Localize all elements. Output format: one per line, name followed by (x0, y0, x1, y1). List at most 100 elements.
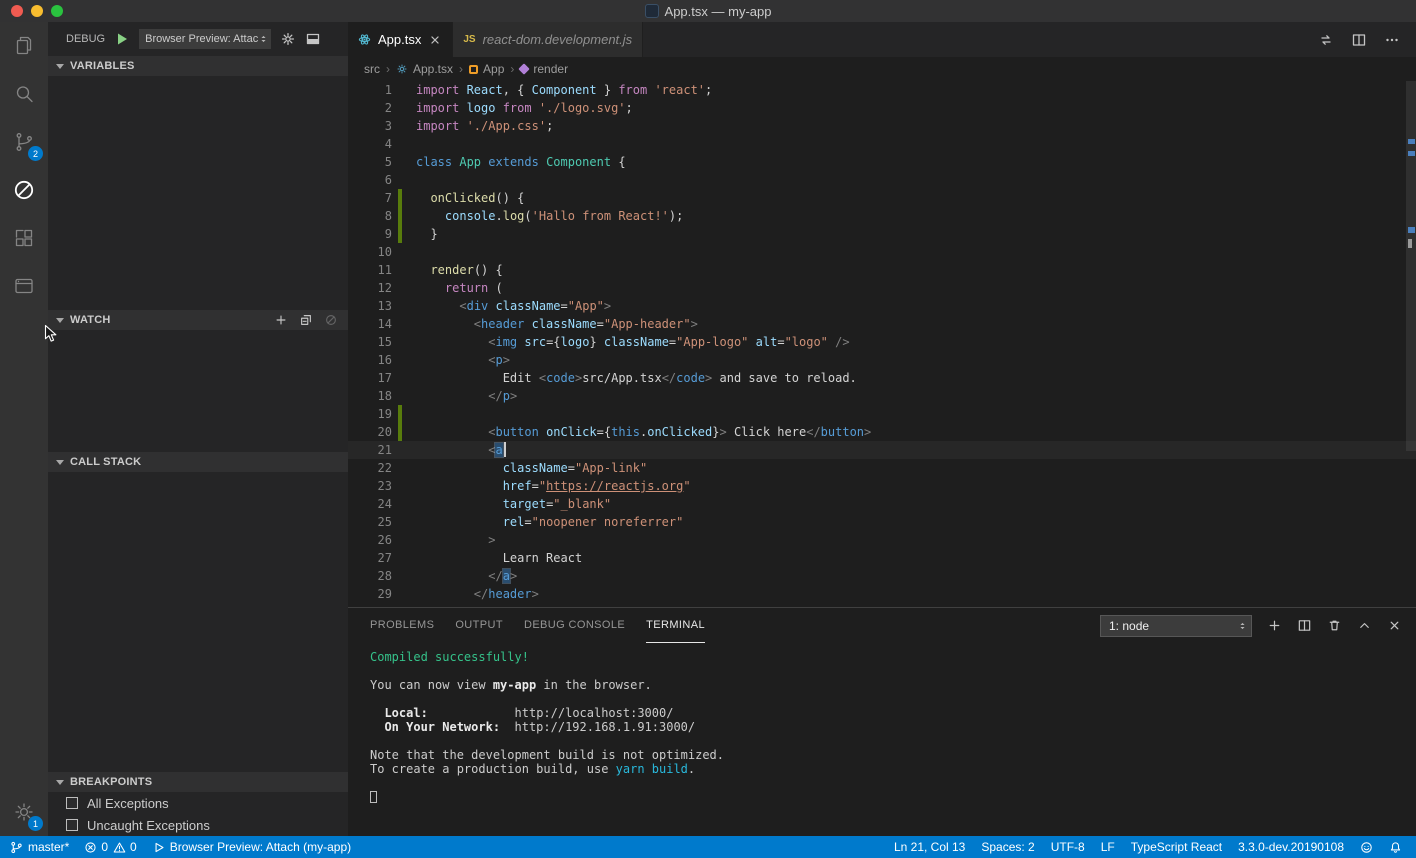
more-actions-icon[interactable] (1384, 32, 1400, 48)
watch-section-header[interactable]: WATCH (48, 310, 348, 330)
line-number[interactable]: 24 (348, 495, 392, 513)
line-number[interactable]: 6 (348, 171, 392, 189)
line-number[interactable]: 16 (348, 351, 392, 369)
code-line[interactable]: 18 </p> (348, 387, 1416, 405)
breakpoints-section-header[interactable]: BREAKPOINTS (48, 772, 348, 792)
close-panel-icon[interactable] (1387, 618, 1402, 633)
line-number[interactable]: 18 (348, 387, 392, 405)
indentation-status[interactable]: Spaces: 2 (981, 840, 1034, 854)
problems-status[interactable]: 0 0 (84, 840, 136, 854)
code-line[interactable]: 15 <img src={logo} className="App-logo" … (348, 333, 1416, 351)
code-line[interactable]: 5class App extends Component { (348, 153, 1416, 171)
code-line[interactable]: 1import React, { Component } from 'react… (348, 81, 1416, 99)
encoding-status[interactable]: UTF-8 (1051, 840, 1085, 854)
code-line[interactable]: 2import logo from './logo.svg'; (348, 99, 1416, 117)
code-line[interactable]: 10 (348, 243, 1416, 261)
tab-app-tsx[interactable]: App.tsx (348, 22, 453, 57)
line-number[interactable]: 9 (348, 225, 392, 243)
code-line[interactable]: 9 } (348, 225, 1416, 243)
code-line[interactable]: 21 <a (348, 441, 1416, 459)
configure-gear-icon[interactable] (280, 31, 296, 47)
breadcrumb-src[interactable]: src (364, 62, 380, 76)
search-icon[interactable] (0, 70, 48, 118)
feedback-smiley-icon[interactable] (1360, 841, 1373, 854)
code-line[interactable]: 25 rel="noopener noreferrer" (348, 513, 1416, 531)
code-line[interactable]: 23 href="https://reactjs.org" (348, 477, 1416, 495)
eol-status[interactable]: LF (1101, 840, 1115, 854)
line-number[interactable]: 4 (348, 135, 392, 153)
extensions-icon[interactable] (0, 214, 48, 262)
line-number[interactable]: 8 (348, 207, 392, 225)
all-exceptions-checkbox[interactable] (66, 797, 78, 809)
code-line[interactable]: 19 (348, 405, 1416, 423)
browser-preview-icon[interactable] (0, 262, 48, 310)
line-number[interactable]: 10 (348, 243, 392, 261)
breadcrumb-app-tsx[interactable]: App.tsx (396, 62, 453, 76)
remove-all-watch-icon[interactable] (324, 313, 338, 327)
terminal-instance-select[interactable]: 1: node (1100, 615, 1252, 637)
breakpoint-all-exceptions[interactable]: All Exceptions (48, 792, 348, 814)
line-number[interactable]: 13 (348, 297, 392, 315)
line-number[interactable]: 12 (348, 279, 392, 297)
code-line[interactable]: 12 return ( (348, 279, 1416, 297)
start-debug-button[interactable] (114, 31, 130, 47)
kill-terminal-icon[interactable] (1327, 618, 1342, 633)
code-line[interactable]: 29 </header> (348, 585, 1416, 603)
breadcrumb-app-class[interactable]: App (469, 62, 504, 76)
line-number[interactable]: 26 (348, 531, 392, 549)
code-line[interactable]: 26 > (348, 531, 1416, 549)
line-number[interactable]: 29 (348, 585, 392, 603)
code-line[interactable]: 22 className="App-link" (348, 459, 1416, 477)
variables-section-header[interactable]: VARIABLES (48, 56, 348, 76)
settings-gear-icon[interactable]: 1 (0, 788, 48, 836)
collapse-all-icon[interactable] (299, 313, 313, 327)
toggle-debug-console-icon[interactable] (305, 31, 321, 47)
line-number[interactable]: 28 (348, 567, 392, 585)
line-number[interactable]: 1 (348, 81, 392, 99)
notifications-bell-icon[interactable] (1389, 841, 1402, 854)
code-line[interactable]: 4 (348, 135, 1416, 153)
line-number[interactable]: 15 (348, 333, 392, 351)
code-line[interactable]: 7 onClicked() { (348, 189, 1416, 207)
line-number[interactable]: 14 (348, 315, 392, 333)
close-tab-icon[interactable] (428, 33, 442, 47)
code-line[interactable]: 24 target="_blank" (348, 495, 1416, 513)
code-line[interactable]: 14 <header className="App-header"> (348, 315, 1416, 333)
scrollbar-thumb[interactable] (1406, 81, 1416, 451)
code-line[interactable]: 16 <p> (348, 351, 1416, 369)
line-number[interactable]: 23 (348, 477, 392, 495)
code-line[interactable]: 3import './App.css'; (348, 117, 1416, 135)
line-number[interactable]: 22 (348, 459, 392, 477)
breadcrumb-render-method[interactable]: render (520, 62, 568, 76)
breakpoint-uncaught-exceptions[interactable]: Uncaught Exceptions (48, 814, 348, 836)
fullscreen-window-button[interactable] (51, 5, 63, 17)
sync-changes-icon[interactable] (1318, 32, 1334, 48)
debug-icon[interactable] (0, 166, 48, 214)
maximize-panel-icon[interactable] (1357, 618, 1372, 633)
debug-attach-status[interactable]: Browser Preview: Attach (my-app) (152, 840, 351, 854)
tab-debug-console[interactable]: DEBUG CONSOLE (524, 608, 625, 643)
code-line[interactable]: 13 <div className="App"> (348, 297, 1416, 315)
code-line[interactable]: 17 Edit <code>src/App.tsx</code> and sav… (348, 369, 1416, 387)
line-number[interactable]: 2 (348, 99, 392, 117)
tab-problems[interactable]: PROBLEMS (370, 608, 434, 643)
line-number[interactable]: 11 (348, 261, 392, 279)
line-number[interactable]: 5 (348, 153, 392, 171)
line-number[interactable]: 3 (348, 117, 392, 135)
source-control-icon[interactable]: 2 (0, 118, 48, 166)
line-number[interactable]: 27 (348, 549, 392, 567)
tab-terminal[interactable]: TERMINAL (646, 608, 705, 643)
split-terminal-icon[interactable] (1297, 618, 1312, 633)
cursor-position-status[interactable]: Ln 21, Col 13 (894, 840, 965, 854)
line-number[interactable]: 21 (348, 441, 392, 459)
git-branch-status[interactable]: master* (10, 840, 69, 854)
line-number[interactable]: 20 (348, 423, 392, 441)
add-watch-expression-icon[interactable] (274, 313, 288, 327)
code-line[interactable]: 6 (348, 171, 1416, 189)
line-number[interactable]: 7 (348, 189, 392, 207)
call-stack-section-header[interactable]: CALL STACK (48, 452, 348, 472)
close-window-button[interactable] (11, 5, 23, 17)
code-line[interactable]: 27 Learn React (348, 549, 1416, 567)
code-line[interactable]: 28 </a> (348, 567, 1416, 585)
uncaught-exceptions-checkbox[interactable] (66, 819, 78, 831)
